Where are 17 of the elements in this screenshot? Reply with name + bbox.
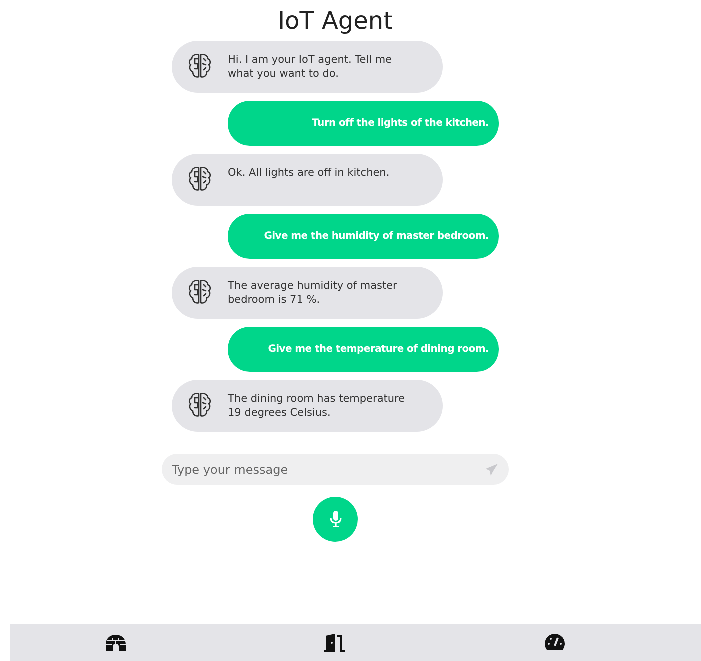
user-message: Give me the humidity of master bedroom. bbox=[228, 214, 499, 259]
agent-message: Hi. I am your IoT agent. Tell me what you want to do. bbox=[172, 41, 443, 93]
door-icon[interactable] bbox=[324, 632, 346, 652]
igloo-icon[interactable] bbox=[104, 634, 128, 652]
brain-icon bbox=[186, 390, 214, 420]
microphone-icon bbox=[330, 511, 342, 528]
agent-message: Ok. All lights are off in kitchen. bbox=[172, 154, 443, 206]
brain-icon bbox=[186, 277, 214, 307]
agent-message: The average humidity of master bedroom is 71 %. bbox=[172, 267, 443, 319]
brain-icon bbox=[186, 51, 214, 81]
user-message: Give me the temperature of dining room. bbox=[228, 327, 499, 372]
app-title: IoT Agent bbox=[278, 6, 394, 36]
brain-icon bbox=[186, 164, 214, 194]
gauge-icon[interactable] bbox=[544, 632, 566, 652]
message-field[interactable]: Type your message bbox=[162, 454, 509, 485]
agent-message: The dining room has temperature 19 degrees Celsius. bbox=[172, 380, 443, 432]
user-message: Turn off the lights of the kitchen. bbox=[228, 101, 499, 146]
